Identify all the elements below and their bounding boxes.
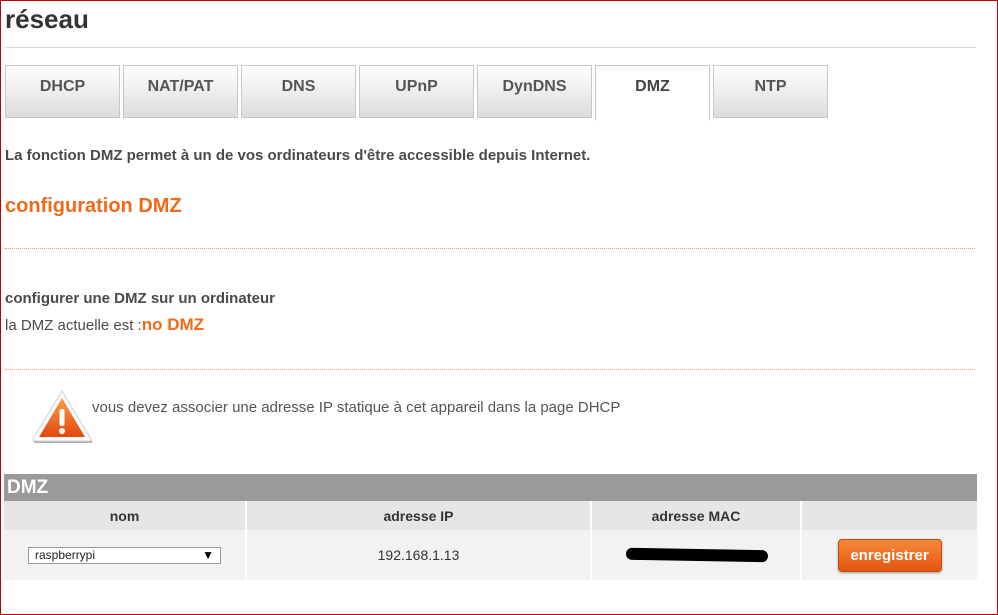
mac-address: B8:27:EB:E6:DD:7F (625, 547, 768, 563)
ip-address-cell: 192.168.1.13 (247, 530, 592, 580)
device-select-value: raspberrypi (35, 548, 96, 562)
column-header-ip: adresse IP (247, 501, 592, 530)
current-dmz-label: la DMZ actuelle est : (5, 317, 142, 334)
intro-text: La fonction DMZ permet à un de vos ordin… (5, 147, 591, 164)
current-dmz-line: la DMZ actuelle est :no DMZ (5, 315, 204, 335)
title-divider (5, 47, 976, 48)
tab-upnp[interactable]: UPnP (359, 65, 474, 118)
tab-dyndns[interactable]: DynDNS (477, 65, 592, 118)
current-dmz-value: no DMZ (141, 315, 205, 334)
column-header-action (802, 501, 977, 530)
action-cell: enregistrer (802, 530, 977, 580)
mac-address-cell: B8:27:EB:E6:DD:7F (592, 530, 802, 580)
redaction-mark (625, 547, 768, 563)
device-select[interactable]: raspberrypi ▼ (28, 546, 221, 564)
device-cell: raspberrypi ▼ (4, 530, 247, 580)
table-header-row: nom adresse IP adresse MAC (4, 501, 977, 530)
tab-nat-pat[interactable]: NAT/PAT (123, 65, 238, 118)
column-header-name: nom (4, 501, 247, 530)
tab-dns[interactable]: DNS (241, 65, 356, 118)
dotted-divider (5, 248, 975, 249)
dropdown-arrow-icon: ▼ (202, 548, 214, 562)
tab-dhcp[interactable]: DHCP (5, 65, 120, 118)
save-button[interactable]: enregistrer (837, 538, 942, 572)
dotted-divider (5, 369, 975, 370)
dmz-table: nom adresse IP adresse MAC raspberrypi ▼… (4, 501, 977, 580)
section-title: configuration DMZ (5, 195, 182, 217)
config-heading: configurer une DMZ sur un ordinateur (5, 290, 276, 307)
page-title: réseau (5, 4, 89, 34)
warning-text: vous devez associer une adresse IP stati… (92, 399, 621, 416)
table-row: raspberrypi ▼ 192.168.1.13 B8:27:EB:E6:D… (4, 530, 977, 580)
dmz-table-title: DMZ (4, 474, 977, 501)
warning-triangle-icon (32, 390, 93, 443)
tab-ntp[interactable]: NTP (713, 65, 828, 118)
tab-dmz[interactable]: DMZ (595, 65, 710, 121)
column-header-mac: adresse MAC (592, 501, 802, 530)
